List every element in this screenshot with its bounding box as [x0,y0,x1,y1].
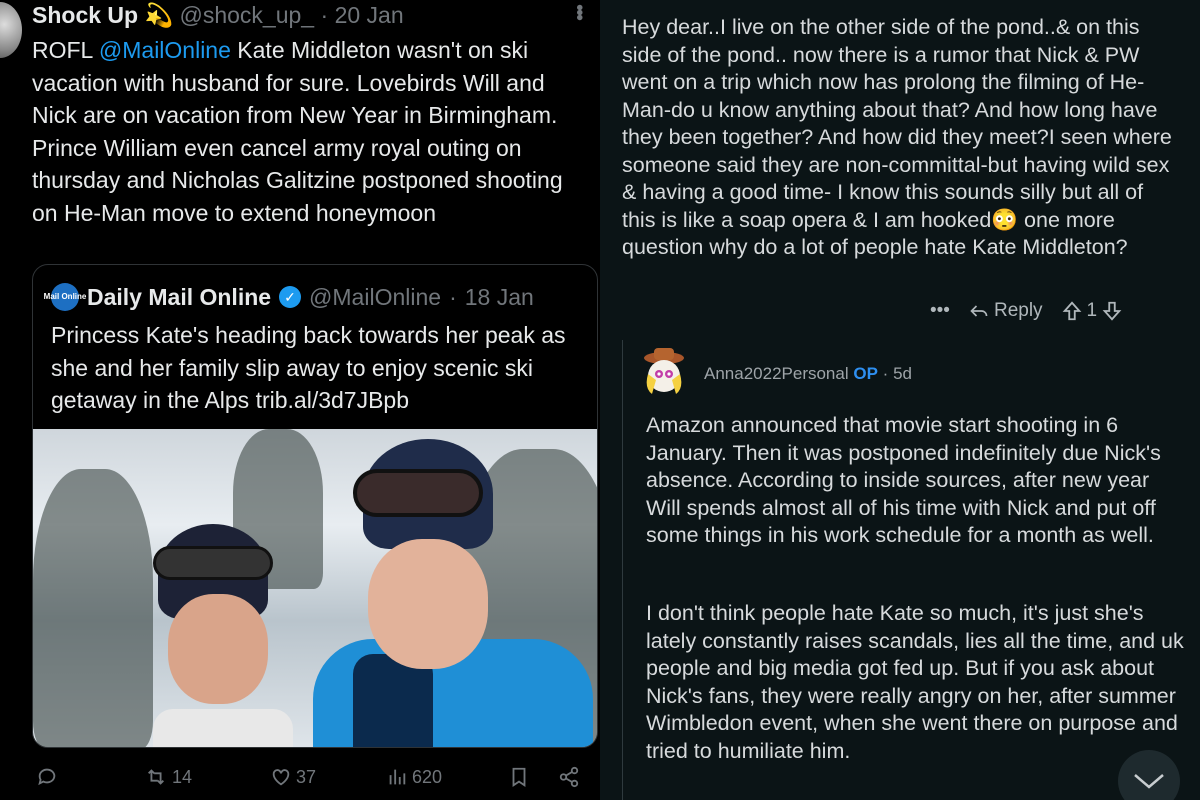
separator-dot: · [882,364,889,383]
quoted-author-name[interactable]: Daily Mail Online [87,284,271,311]
photo-person-right [313,439,593,747]
tweet-action-bar: 14 37 620 [32,760,592,794]
quoted-tweet[interactable]: Mail Online Daily Mail Online ✓ @MailOnl… [32,264,598,748]
share-button[interactable] [558,766,580,788]
tweet-date[interactable]: 20 Jan [335,2,404,28]
tweet-text: ROFL @MailOnline Kate Middleton wasn't o… [32,34,587,229]
reply-label: Reply [993,300,1043,321]
reply-paragraph-2: I don't think people hate Kate so much, … [646,601,1184,763]
tweet-author-avatar[interactable] [0,2,22,58]
reply-icon [38,768,56,786]
views-icon [389,769,406,785]
reply-username[interactable]: Anna2022Personal [704,364,849,383]
tweet-text-body: Kate Middleton wasn't on ski vacation wi… [32,37,563,226]
parent-comment-actions: ••• Reply 1 [930,296,1123,326]
reply-meta: Anna2022Personal OP · 5d [704,364,912,384]
reply-author-avatar[interactable] [640,344,688,396]
tweet-panel: Shock Up 💫 @shock_up_ · 20 Jan ••• ROFL … [0,0,600,800]
thread-line[interactable] [622,340,623,800]
upvote-icon[interactable] [1061,300,1083,322]
quoted-author-handle[interactable]: @MailOnline [309,284,441,311]
quoted-tweet-header: Mail Online Daily Mail Online ✓ @MailOnl… [44,283,534,311]
tweet-author-name[interactable]: Shock Up [32,2,138,28]
separator-dot: · [320,2,329,28]
tweet-header: Shock Up 💫 @shock_up_ · 20 Jan [32,2,404,29]
reply-age: 5d [893,364,912,383]
like-button[interactable]: 37 [270,766,316,788]
bookmark-button[interactable] [508,766,530,788]
downvote-icon[interactable] [1101,300,1123,322]
bookmark-icon [512,767,526,787]
reply-button[interactable] [36,766,58,788]
reply-button[interactable]: Reply [968,300,1043,322]
verified-icon: ✓ [279,286,302,308]
tweet-mention-link[interactable]: @MailOnline [99,37,231,63]
scroll-down-icon [1134,774,1164,789]
quoted-tweet-date[interactable]: 18 Jan [465,284,534,311]
tweet-text-prefix: ROFL [32,37,99,63]
daily-mail-logo: Mail Online [44,283,86,311]
repost-button[interactable]: 14 [144,766,192,788]
reply-paragraph-1: Amazon announced that movie start shooti… [646,413,1161,547]
separator-dot: · [449,283,457,310]
tweet-author-handle[interactable]: @shock_up_ [180,2,315,28]
more-options-button[interactable]: ••• [930,300,950,322]
repost-count: 14 [172,766,193,787]
vote-controls: 1 [1061,300,1124,322]
more-icon[interactable]: ••• [567,4,590,19]
quoted-tweet-text: Princess Kate's heading back towards her… [51,322,566,413]
tweet-author-emoji: 💫 [144,2,174,28]
op-badge: OP [853,364,878,383]
like-count: 37 [296,766,317,787]
views-count: 620 [412,766,443,787]
repost-icon [148,769,164,785]
views-button[interactable]: 620 [386,766,442,788]
photo-person-left [143,524,293,747]
like-icon [272,769,290,786]
reply-arrow-icon [970,305,988,317]
parent-comment-text: Hey dear..I live on the other side of th… [622,15,1172,259]
quoted-tweet-photo[interactable] [33,429,597,747]
reddit-panel: Hey dear..I live on the other side of th… [600,0,1200,800]
share-icon [559,766,579,788]
vote-count: 1 [1086,300,1098,321]
